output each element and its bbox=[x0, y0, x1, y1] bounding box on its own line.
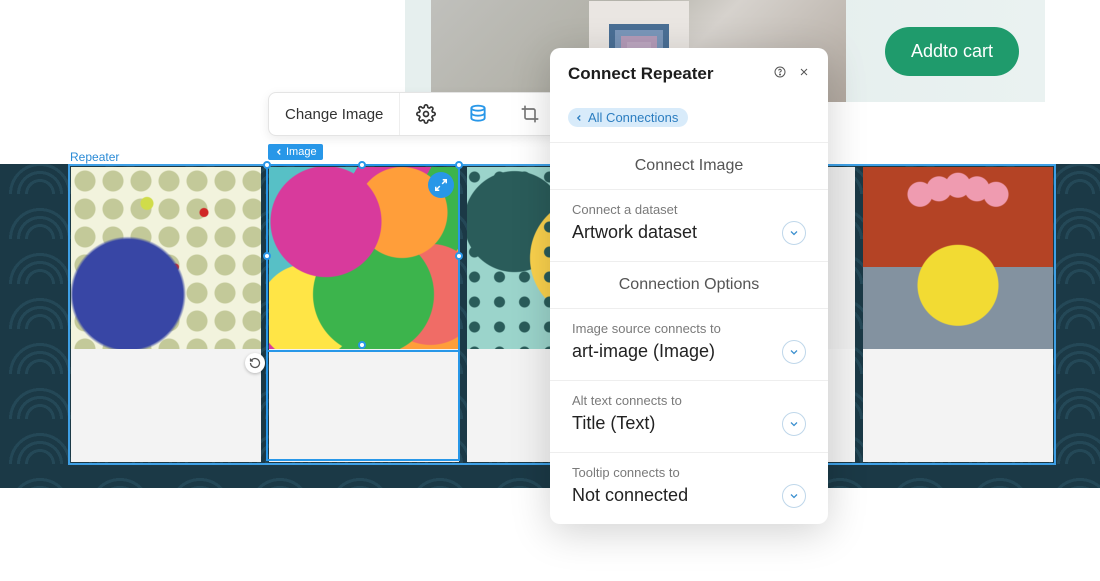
element-type-label: Image bbox=[286, 146, 317, 158]
tooltip-field-label: Tooltip connects to bbox=[572, 465, 806, 480]
section-connect-image: Connect Image bbox=[550, 143, 828, 190]
alt-text-field-value: Title (Text) bbox=[572, 413, 655, 434]
add-to-cart-button[interactable]: Addto cart bbox=[885, 27, 1019, 76]
connect-repeater-panel: Connect Repeater All Connections Connect… bbox=[550, 48, 828, 524]
repeater-item[interactable] bbox=[269, 167, 459, 462]
settings-icon[interactable] bbox=[400, 93, 452, 135]
help-icon[interactable] bbox=[774, 65, 786, 83]
repeater-label: Repeater bbox=[70, 150, 119, 164]
panel-title: Connect Repeater bbox=[568, 64, 713, 84]
rotate-icon[interactable] bbox=[245, 353, 265, 373]
tooltip-field-value: Not connected bbox=[572, 485, 688, 506]
dataset-dropdown[interactable] bbox=[782, 221, 806, 245]
image-source-field-label: Image source connects to bbox=[572, 321, 806, 336]
dataset-field-value: Artwork dataset bbox=[572, 222, 697, 243]
change-image-button[interactable]: Change Image bbox=[269, 93, 399, 135]
repeater-item[interactable] bbox=[71, 167, 261, 462]
close-icon[interactable] bbox=[798, 65, 810, 83]
alt-text-dropdown[interactable] bbox=[782, 412, 806, 436]
expand-icon[interactable] bbox=[428, 172, 454, 198]
dataset-field-label: Connect a dataset bbox=[572, 202, 806, 217]
tooltip-dropdown[interactable] bbox=[782, 484, 806, 508]
data-connection-icon[interactable] bbox=[452, 93, 504, 135]
image-source-field-value: art-image (Image) bbox=[572, 341, 715, 362]
crop-icon[interactable] bbox=[504, 93, 556, 135]
section-connection-options: Connection Options bbox=[550, 262, 828, 309]
breadcrumb-back[interactable]: All Connections bbox=[568, 108, 688, 127]
element-type-tag[interactable]: Image bbox=[268, 144, 323, 160]
alt-text-field-label: Alt text connects to bbox=[572, 393, 806, 408]
repeater-item[interactable] bbox=[863, 167, 1053, 462]
breadcrumb-label: All Connections bbox=[588, 110, 678, 125]
image-source-dropdown[interactable] bbox=[782, 340, 806, 364]
